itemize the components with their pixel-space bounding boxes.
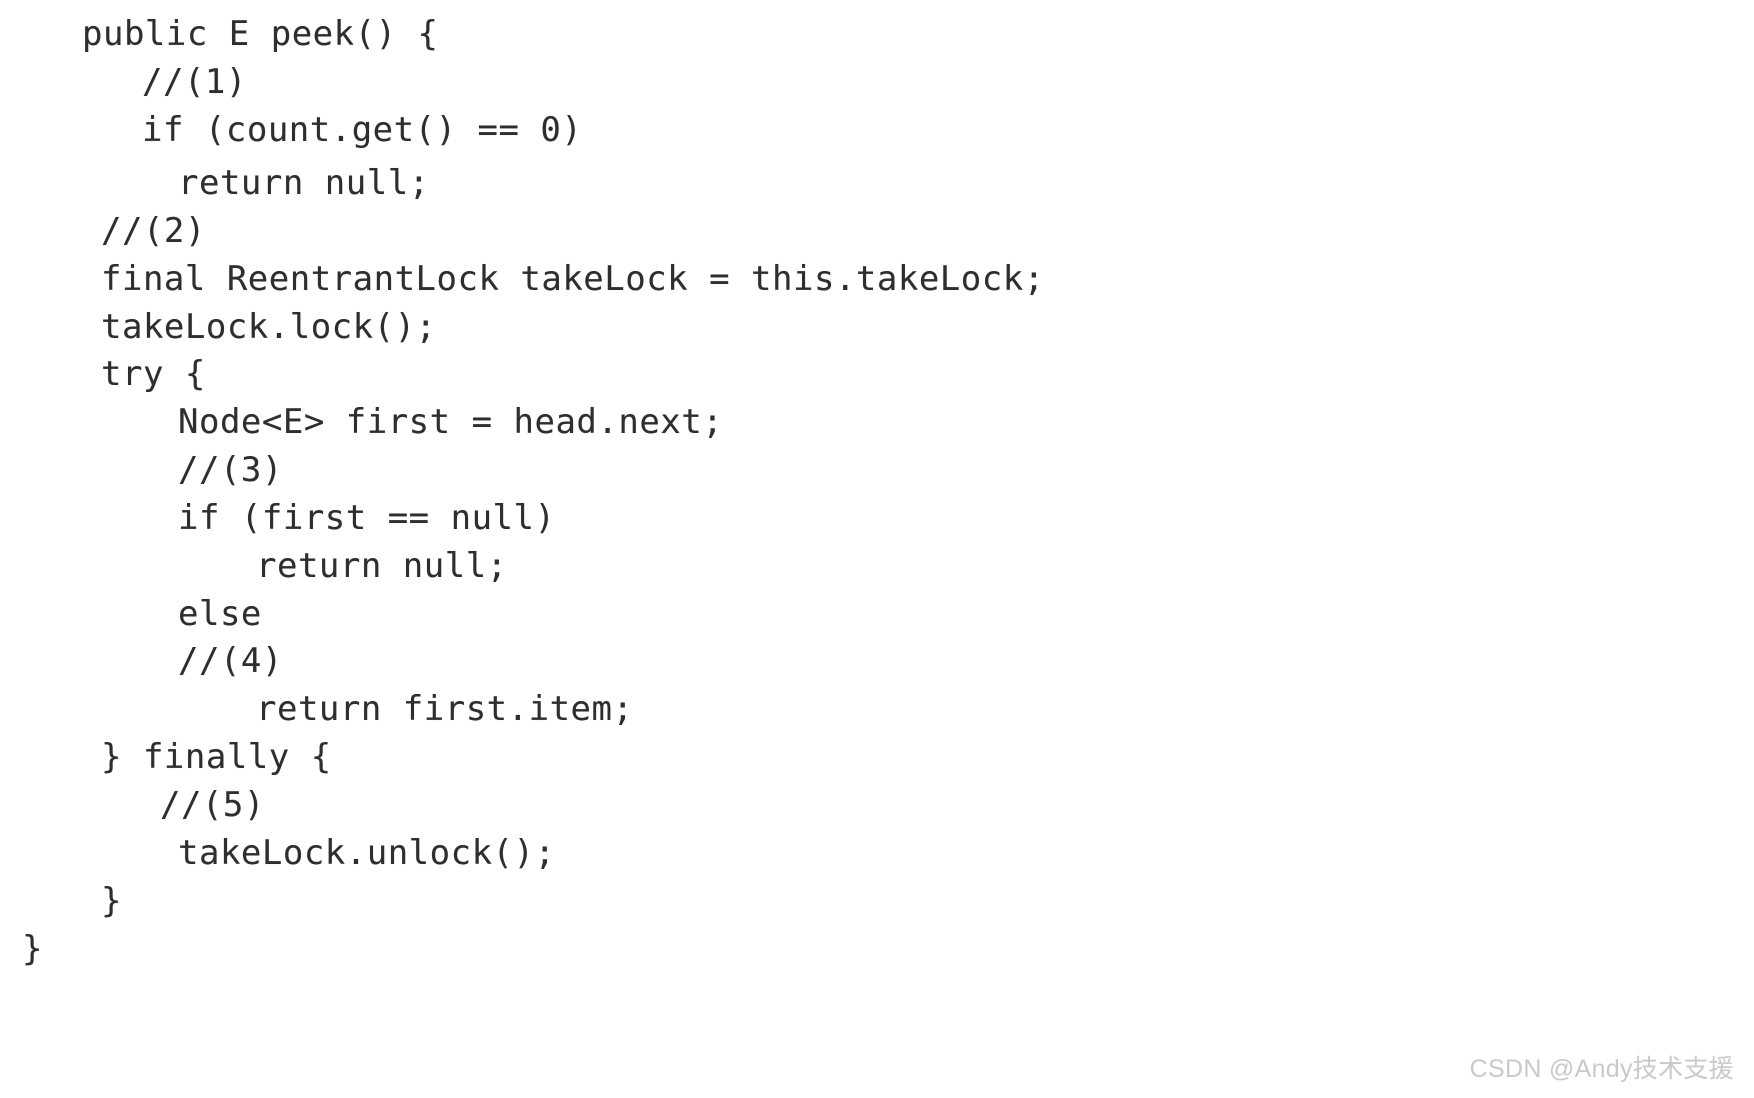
code-line: //(5) bbox=[160, 785, 265, 825]
code-listing: public E peek() { //(1) if (count.get() ==… bbox=[0, 0, 1754, 1098]
code-line: if (count.get() == 0) bbox=[142, 110, 583, 150]
code-line: } bbox=[101, 881, 122, 921]
csdn-watermark: CSDN @Andy技术支援 bbox=[1469, 1055, 1734, 1083]
code-line: takeLock.lock(); bbox=[101, 307, 437, 347]
code-line: //(1) bbox=[142, 62, 247, 102]
code-line: takeLock.unlock(); bbox=[178, 833, 556, 873]
code-line: else bbox=[178, 594, 262, 634]
code-line: if (first == null) bbox=[178, 498, 556, 538]
code-line: final ReentrantLock takeLock = this.take… bbox=[101, 259, 1045, 299]
code-line: } bbox=[22, 929, 43, 969]
code-line: //(3) bbox=[178, 450, 283, 490]
code-line: //(4) bbox=[178, 641, 283, 681]
code-line: try { bbox=[101, 354, 206, 394]
code-line: public E peek() { bbox=[82, 14, 439, 54]
code-line: return first.item; bbox=[256, 689, 634, 729]
code-line: return null; bbox=[178, 163, 430, 203]
code-line: return null; bbox=[256, 546, 508, 586]
code-line: } finally { bbox=[101, 737, 332, 777]
code-line: Node<E> first = head.next; bbox=[178, 402, 724, 442]
code-line: //(2) bbox=[101, 211, 206, 251]
